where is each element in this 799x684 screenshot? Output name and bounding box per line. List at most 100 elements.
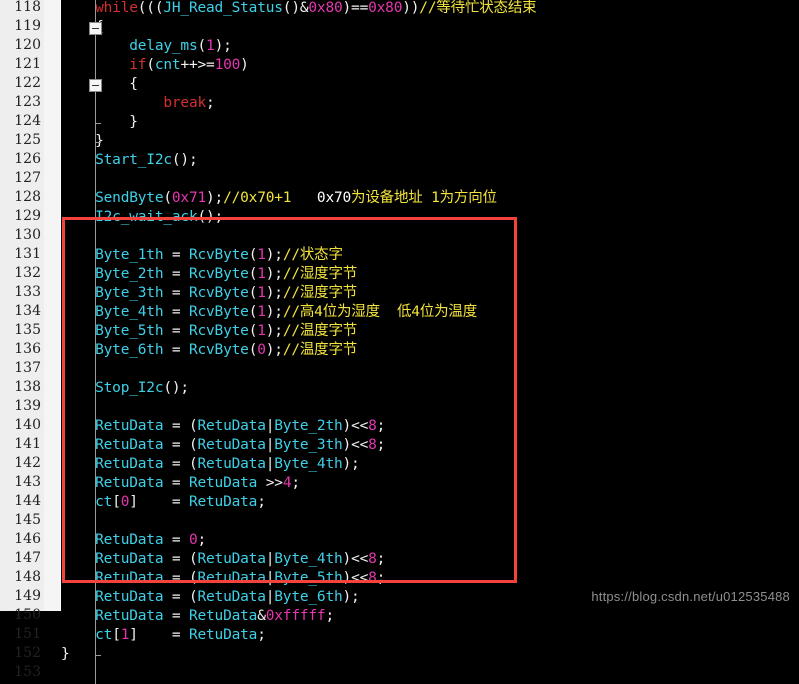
code-token-punc: ( xyxy=(248,266,258,282)
code-token-punc: ( xyxy=(248,342,258,358)
code-line[interactable]: break; xyxy=(61,94,214,113)
code-line[interactable]: while(((JH_Read_Status()&0x80)==0x80))//… xyxy=(61,0,537,18)
code-token-punc: ); xyxy=(265,247,283,263)
code-line[interactable] xyxy=(61,664,70,683)
code-token-kw: while xyxy=(95,0,138,16)
code-line[interactable]: RetuData = 0; xyxy=(61,531,206,550)
code-token-id: Byte_6th xyxy=(95,342,164,358)
code-token-op: | xyxy=(265,456,275,472)
code-token-sp xyxy=(61,437,95,453)
code-token-id: Stop_I2c xyxy=(95,380,164,396)
code-token-id: RetuData xyxy=(197,570,266,586)
code-line[interactable]: Byte_4th = RcvByte(1);//高4位为湿度 低4位为温度 xyxy=(61,303,477,322)
code-token-op: & xyxy=(257,608,266,624)
code-token-punc: = xyxy=(163,532,189,548)
code-token-sp xyxy=(61,247,95,263)
code-token-num: 1 xyxy=(257,266,266,282)
code-line[interactable] xyxy=(61,170,70,189)
line-number: 120 xyxy=(14,37,41,53)
code-token-punc: ); xyxy=(265,323,283,339)
code-token-punc: } xyxy=(61,646,70,662)
code-line[interactable]: RetuData = (RetuData|Byte_6th); xyxy=(61,588,360,607)
code-folding-column[interactable] xyxy=(44,0,102,684)
code-line[interactable] xyxy=(61,398,70,417)
code-token-punc: = xyxy=(163,608,189,624)
line-number: 145 xyxy=(14,512,41,528)
code-token-id: RetuData xyxy=(95,589,164,605)
line-number: 150 xyxy=(14,607,41,623)
code-token-cmt: //高4位为湿度 低4位为温度 xyxy=(282,304,477,320)
code-line[interactable]: RetuData = (RetuData|Byte_4th); xyxy=(61,455,360,474)
code-token-sp xyxy=(61,627,95,643)
code-token-op: | xyxy=(265,570,275,586)
code-token-punc: ); xyxy=(214,38,232,54)
code-line[interactable]: RetuData = (RetuData|Byte_5th)<<8; xyxy=(61,569,385,588)
fold-collapse-icon[interactable] xyxy=(89,22,102,35)
code-line[interactable]: } xyxy=(61,645,70,664)
code-token-num: 1 xyxy=(257,247,266,263)
code-line[interactable] xyxy=(61,360,70,379)
code-token-id: RetuData xyxy=(188,608,258,624)
line-number: 148 xyxy=(14,569,41,585)
code-token-id: ct xyxy=(95,627,113,643)
code-token-num: 1 xyxy=(120,627,130,643)
code-token-punc: ; xyxy=(376,551,386,567)
code-token-punc: (); xyxy=(197,209,224,225)
code-token-op: ++>= xyxy=(180,57,215,73)
code-token-id: Byte_4th xyxy=(274,456,343,472)
code-line[interactable]: RetuData = (RetuData|Byte_2th)<<8; xyxy=(61,417,385,436)
line-number: 152 xyxy=(14,645,41,661)
code-surface[interactable]: while(((JH_Read_Status()&0x80)==0x80))//… xyxy=(61,0,799,662)
code-line[interactable] xyxy=(61,512,70,531)
code-token-sp xyxy=(61,152,95,168)
code-token-punc: = ( xyxy=(163,551,198,567)
code-token-punc: } xyxy=(95,133,104,149)
line-number: 139 xyxy=(14,398,41,414)
code-token-id: RetuData xyxy=(197,418,266,434)
code-line[interactable]: RetuData = RetuData >>4; xyxy=(61,474,300,493)
code-line[interactable]: ct[1] = RetuData; xyxy=(61,626,266,645)
code-token-id: RetuData xyxy=(197,456,266,472)
code-token-sp xyxy=(61,380,95,396)
code-token-id: RetuData xyxy=(95,608,164,624)
code-line[interactable]: RetuData = RetuData&0xfffff; xyxy=(61,607,334,626)
fold-end-marker xyxy=(95,123,101,124)
code-token-id: RetuData xyxy=(197,589,266,605)
code-token-id: Byte_3th xyxy=(274,437,343,453)
code-line[interactable]: Byte_6th = RcvByte(0);//温度字节 xyxy=(61,341,357,360)
code-line[interactable]: RetuData = (RetuData|Byte_3th)<<8; xyxy=(61,436,385,455)
code-token-num: 0 xyxy=(120,494,130,510)
code-token-punc: { xyxy=(129,76,138,92)
code-editor[interactable]: while(((JH_Read_Status()&0x80)==0x80))//… xyxy=(0,0,799,684)
code-line[interactable]: delay_ms(1); xyxy=(61,37,232,56)
code-token-sp xyxy=(61,456,95,472)
code-token-punc: ); xyxy=(265,304,283,320)
code-line[interactable]: SendByte(0x71);//0x70+1 0x70为设备地址 1为方向位 xyxy=(61,189,497,208)
fold-collapse-icon[interactable] xyxy=(89,79,102,92)
code-line[interactable]: if(cnt++>=100) xyxy=(61,56,249,75)
code-line[interactable]: Start_I2c(); xyxy=(61,151,198,170)
code-token-punc: ; xyxy=(325,608,334,624)
line-number: 124 xyxy=(14,113,41,129)
code-line[interactable]: Stop_I2c(); xyxy=(61,379,189,398)
code-token-id: RcvByte xyxy=(188,285,249,301)
code-token-id: RetuData xyxy=(188,627,258,643)
line-number: 134 xyxy=(14,303,41,319)
code-line[interactable]: Byte_5th = RcvByte(1);//温度字节 xyxy=(61,322,357,341)
code-line[interactable]: Byte_1th = RcvByte(1);//状态字 xyxy=(61,246,343,265)
code-token-punc: ) xyxy=(342,418,352,434)
code-line[interactable]: RetuData = (RetuData|Byte_4th)<<8; xyxy=(61,550,385,569)
line-number: 140 xyxy=(14,417,41,433)
code-token-id: Byte_6th xyxy=(274,589,343,605)
code-token-cmt: //0x70+1 xyxy=(223,190,317,206)
code-token-id: Byte_2th xyxy=(95,266,164,282)
line-number: 118 xyxy=(14,0,41,15)
fold-end-marker xyxy=(95,655,101,656)
code-line[interactable]: I2c_wait_ack(); xyxy=(61,208,223,227)
code-line[interactable]: Byte_2th = RcvByte(1);//湿度字节 xyxy=(61,265,357,284)
code-line[interactable] xyxy=(61,227,70,246)
code-token-cmt: //温度字节 xyxy=(282,342,358,358)
code-line[interactable]: Byte_3th = RcvByte(1);//湿度字节 xyxy=(61,284,357,303)
code-token-sp xyxy=(61,304,95,320)
code-line[interactable]: ct[0] = RetuData; xyxy=(61,493,266,512)
